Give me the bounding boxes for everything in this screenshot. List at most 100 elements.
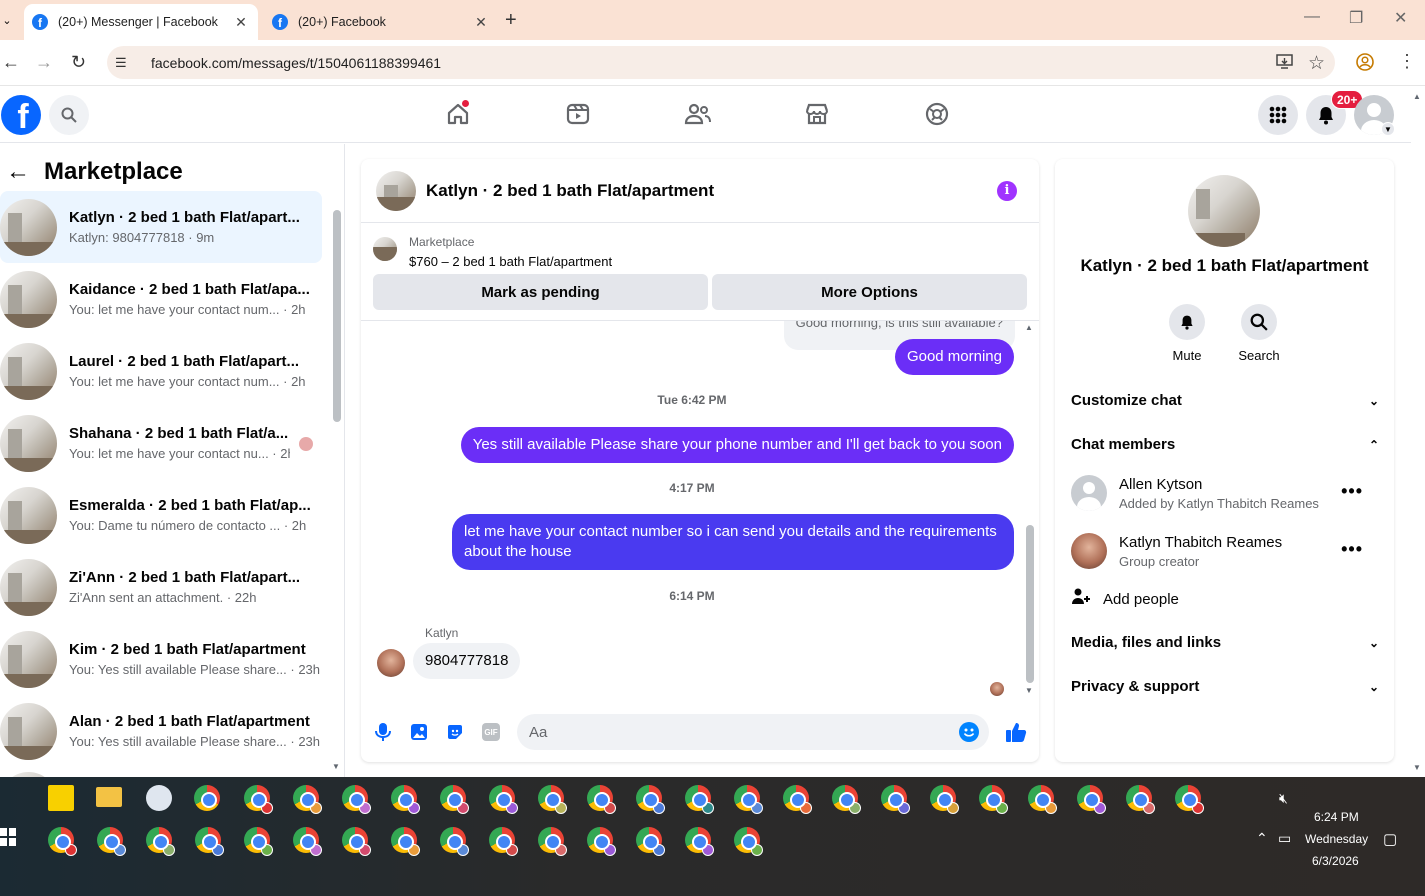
chat-members-section[interactable]: Chat members ⌃ (1071, 436, 1379, 453)
close-tab-icon[interactable]: ✕ (472, 14, 490, 31)
chrome-profile-icon[interactable] (489, 827, 518, 856)
chrome-profile-icon[interactable] (930, 785, 959, 814)
chrome-profile-icon[interactable] (685, 827, 714, 856)
chrome-profile-icon[interactable] (244, 785, 273, 814)
chrome-profile-icon[interactable] (1126, 785, 1155, 814)
menu-icon[interactable]: ⋮ (1398, 51, 1416, 72)
profile-icon[interactable] (1356, 53, 1374, 76)
home-icon[interactable] (443, 99, 473, 129)
tray-chevron-icon[interactable]: ⌃ (1256, 830, 1268, 847)
forward-icon[interactable]: → (35, 52, 53, 73)
restore-icon[interactable]: ❐ (1349, 8, 1363, 28)
more-icon[interactable]: ••• (1341, 539, 1363, 560)
chrome-profile-icon[interactable] (538, 827, 567, 856)
page-scroll-down-icon[interactable]: ▼ (1413, 763, 1421, 772)
message-input[interactable]: Aa (517, 714, 989, 750)
reload-icon[interactable]: ↻ (71, 52, 86, 73)
chrome-profile-icon[interactable] (636, 827, 665, 856)
back-icon[interactable]: ← (2, 52, 20, 73)
bookmark-star-icon[interactable]: ☆ (1308, 52, 1325, 75)
privacy-support-section[interactable]: Privacy & support ⌄ (1071, 678, 1379, 695)
menu-grid-icon[interactable] (1258, 95, 1298, 135)
file-explorer-icon[interactable] (96, 787, 122, 807)
page-scroll-up-icon[interactable]: ▲ (1413, 92, 1421, 101)
site-info-icon[interactable]: ☰ (115, 55, 133, 71)
photo-icon[interactable] (408, 721, 430, 743)
conversation-item[interactable]: Katlyn · 2 bed 1 bath Flat/apart... Katly… (0, 191, 322, 263)
chrome-profile-icon[interactable] (440, 827, 469, 856)
sticky-notes-icon[interactable] (48, 785, 74, 811)
chrome-profile-icon[interactable] (881, 785, 910, 814)
chrome-profile-icon[interactable] (391, 827, 420, 856)
chrome-profile-icon[interactable] (587, 785, 616, 814)
listing-banner[interactable]: Marketplace $760 – 2 bed 1 bath Flat/apa… (373, 235, 612, 269)
chrome-profile-icon[interactable] (1175, 785, 1204, 814)
chrome-profile-icon[interactable] (293, 827, 322, 856)
info-icon[interactable]: i (997, 180, 1017, 201)
clock-date[interactable]: 6/3/2026 (1312, 854, 1359, 868)
marketplace-icon[interactable] (802, 99, 832, 129)
mute-button[interactable]: Mute (1157, 304, 1217, 363)
conversation-item[interactable]: Laurel · 2 bed 1 bath Flat/apart... You: … (0, 335, 322, 407)
chrome-profile-icon[interactable] (636, 785, 665, 814)
conversation-item[interactable]: Kim · 2 bed 1 bath Flat/apartment You: Ye… (0, 623, 322, 695)
media-files-section[interactable]: Media, files and links ⌄ (1071, 634, 1379, 651)
chrome-profile-icon[interactable] (342, 785, 371, 814)
customize-chat-section[interactable]: Customize chat ⌄ (1071, 392, 1379, 409)
chrome-profile-icon[interactable] (244, 827, 273, 856)
message-bubble-outgoing[interactable]: let me have your contact number so i can… (452, 514, 1014, 570)
conversation-item[interactable]: Shahana · 2 bed 1 bath Flat/a... You: let… (0, 407, 290, 479)
video-icon[interactable] (563, 99, 593, 129)
network-icon[interactable]: ▭ (1278, 830, 1291, 847)
account-chevron-icon[interactable]: ▼ (1381, 122, 1395, 136)
close-window-icon[interactable]: ✕ (1394, 8, 1407, 28)
chat-scroll-up-icon[interactable]: ▲ (1025, 323, 1033, 332)
chrome-profile-icon[interactable] (440, 785, 469, 814)
tab-search-chevron-icon[interactable]: ⌄ (0, 10, 14, 30)
gif-icon[interactable]: GIF (480, 721, 502, 743)
chrome-profile-icon[interactable] (734, 785, 763, 814)
search-button[interactable]: Search (1229, 304, 1289, 363)
message-list[interactable]: Good morning, is this still available? G… (361, 321, 1039, 696)
omnibox[interactable]: ☰ facebook.com/messages/t/15040611883994… (107, 46, 1335, 79)
like-icon[interactable] (1005, 721, 1027, 743)
chrome-profile-icon[interactable] (489, 785, 518, 814)
chrome-profile-icon[interactable] (1077, 785, 1106, 814)
tab-messenger[interactable]: f (20+) Messenger | Facebook ✕ (24, 4, 258, 40)
conversation-item[interactable]: Zi'Ann · 2 bed 1 bath Flat/apart... Zi'An… (0, 551, 322, 623)
chrome-profile-icon[interactable] (293, 785, 322, 814)
member-row[interactable]: Katlyn Thabitch Reames Group creator ••• (1071, 529, 1379, 573)
chrome-profile-icon[interactable] (538, 785, 567, 814)
friends-icon[interactable] (683, 99, 713, 129)
url-text[interactable]: facebook.com/messages/t/1504061188399461 (151, 55, 441, 71)
more-icon[interactable]: ••• (1341, 481, 1363, 502)
sidebar-scroll-down-icon[interactable]: ▼ (332, 762, 340, 771)
chrome-profile-icon[interactable] (342, 827, 371, 856)
new-tab-button[interactable]: + (505, 9, 517, 32)
sender-avatar[interactable] (377, 649, 405, 677)
chrome-profile-icon[interactable] (146, 827, 175, 856)
mark-as-pending-button[interactable]: Mark as pending (373, 274, 708, 310)
more-options-button[interactable]: More Options (712, 274, 1027, 310)
chat-photo[interactable] (1188, 175, 1260, 247)
mic-icon[interactable] (372, 721, 394, 743)
install-icon[interactable] (1276, 54, 1293, 74)
chrome-profile-icon[interactable] (587, 827, 616, 856)
sticker-icon[interactable] (444, 721, 466, 743)
snipping-tool-icon[interactable] (146, 785, 172, 811)
search-icon[interactable] (49, 95, 89, 135)
gaming-icon[interactable] (922, 99, 952, 129)
sidebar-scrollbar[interactable] (333, 210, 341, 422)
windows-start-icon[interactable] (0, 828, 16, 846)
volume-muted-icon[interactable]: 🔇︎ (1279, 790, 1288, 807)
conversation-item[interactable]: Kaidance · 2 bed 1 bath Flat/apa... You: … (0, 263, 322, 335)
clock-day[interactable]: Wednesday (1305, 832, 1368, 846)
message-bubble-outgoing[interactable]: Yes still available Please share your ph… (460, 427, 1014, 463)
conversation-item[interactable]: Esmeralda · 2 bed 1 bath Flat/ap... You: … (0, 479, 322, 551)
chat-scroll-down-icon[interactable]: ▼ (1025, 686, 1033, 695)
minimize-icon[interactable]: — (1304, 8, 1320, 26)
chrome-profile-icon[interactable] (1028, 785, 1057, 814)
back-arrow-icon[interactable]: ← (6, 158, 30, 186)
facebook-logo[interactable]: f (1, 95, 41, 135)
add-people-button[interactable]: Add people (1071, 587, 1179, 611)
